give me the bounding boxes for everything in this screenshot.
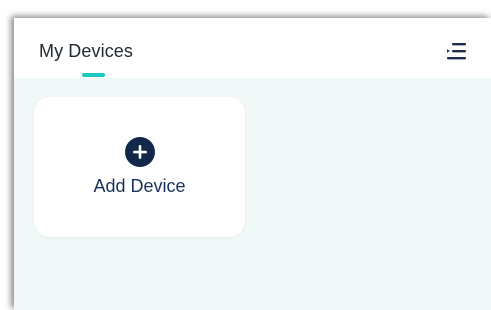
active-tab-indicator — [82, 73, 105, 77]
app-window: My Devices Add Device — [14, 18, 491, 310]
devices-area: Add Device — [14, 78, 491, 310]
header: My Devices — [14, 18, 491, 78]
menu-list-icon — [447, 43, 466, 60]
screen: My Devices Add Device — [0, 0, 491, 310]
add-device-label: Add Device — [93, 176, 186, 196]
tab-my-devices[interactable]: My Devices — [39, 41, 133, 62]
menu-button[interactable] — [444, 41, 470, 63]
add-device-card[interactable]: Add Device — [34, 97, 245, 237]
plus-circle-icon — [125, 137, 155, 167]
